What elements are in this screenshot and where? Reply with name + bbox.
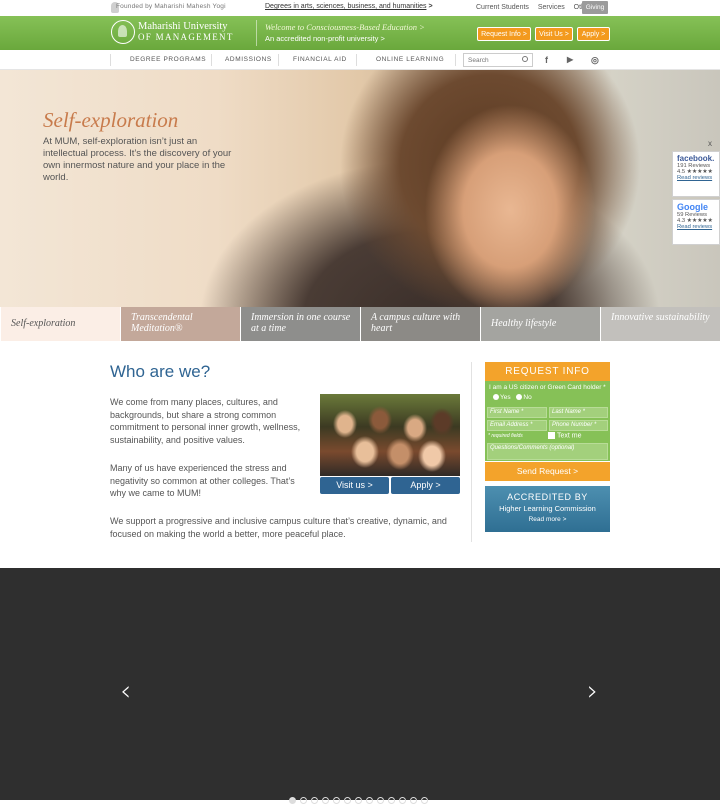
google-read-reviews-link[interactable]: Read reviews (677, 224, 715, 230)
tab-innovative-sustainability[interactable]: Innovative sustainability (600, 307, 720, 341)
facebook-brand: facebook. (677, 154, 715, 163)
google-reviews-widget[interactable]: Google 59 Reviews 4.3 ★★★★★ Read reviews (672, 199, 720, 245)
column-divider (471, 362, 472, 542)
slider-dots (289, 791, 432, 804)
email-field[interactable]: Email Address * (487, 420, 547, 431)
nav-online-learning[interactable]: ONLINE LEARNING (376, 56, 444, 63)
phone-field[interactable]: Phone Number * (549, 420, 608, 431)
nav-divider (455, 54, 456, 66)
main-nav (0, 50, 720, 70)
facebook-icon[interactable]: f (545, 55, 548, 65)
tab-self-exploration[interactable]: Self-exploration (0, 307, 120, 341)
tab-campus-culture[interactable]: A campus culture with heart (360, 307, 480, 341)
nav-admissions[interactable]: ADMISSIONS (225, 56, 272, 63)
slider-dot[interactable] (355, 797, 362, 804)
slider-dot[interactable] (366, 797, 373, 804)
prev-arrow-icon[interactable]: ‹ (120, 674, 131, 707)
facebook-read-reviews-link[interactable]: Read reviews (677, 175, 715, 181)
slider-dot[interactable] (421, 797, 428, 804)
tab-transcendental-meditation[interactable]: Transcendental Meditation® (120, 307, 240, 341)
checkbox-icon[interactable] (548, 432, 555, 439)
services-link[interactable]: Services (538, 4, 565, 11)
search-icon[interactable] (522, 56, 528, 62)
slider-dot[interactable] (322, 797, 329, 804)
first-name-field[interactable]: First Name * (487, 407, 547, 418)
nav-divider (211, 54, 212, 66)
who-paragraph-3: We support a progressive and inclusive c… (110, 516, 447, 539)
accredited-read-more[interactable]: Read more > (485, 516, 610, 523)
current-students-link[interactable]: Current Students (476, 4, 529, 11)
request-info-button[interactable]: Request Info > (477, 27, 531, 41)
hero-title: Self-exploration (43, 108, 179, 132)
hero-text: At MUM, self-exploration isn’t just an i… (43, 136, 232, 183)
slider-dot[interactable] (344, 797, 351, 804)
founder-text: Founded by Maharishi Mahesh Yogi (116, 3, 226, 10)
nav-degree-programs[interactable]: DEGREE PROGRAMS (130, 56, 206, 63)
nav-divider (110, 54, 111, 66)
text-me-checkbox[interactable]: Text me (548, 432, 582, 439)
nav-divider (356, 54, 357, 66)
slider-dot[interactable] (377, 797, 384, 804)
apply-button[interactable]: Apply > (577, 27, 610, 41)
nav-financial-aid[interactable]: FINANCIAL AID (293, 56, 347, 63)
student-group-photo (320, 394, 460, 476)
slider-dot[interactable] (388, 797, 395, 804)
youtube-icon[interactable]: ▶ (567, 55, 573, 64)
required-fields-note: * required fields (488, 433, 523, 439)
university-seal-icon[interactable] (111, 20, 135, 44)
no-radio[interactable] (516, 394, 523, 401)
citizenship-question: I am a US citizen or Green Card holder *… (489, 384, 606, 401)
instagram-icon[interactable]: ◎ (591, 55, 599, 66)
slider-dot[interactable] (410, 797, 417, 804)
tab-immersion[interactable]: Immersion in one course at a time (240, 307, 360, 341)
visit-us-button[interactable]: Visit Us > (535, 27, 573, 41)
close-icon[interactable]: x (708, 139, 718, 149)
slider-dot[interactable] (289, 797, 296, 804)
who-paragraph-2: Many of us have experienced the stress a… (110, 463, 295, 498)
header-divider (256, 20, 257, 46)
slider-dot[interactable] (311, 797, 318, 804)
logo-line2: OF MANAGEMENT (138, 32, 234, 42)
request-info-heading: REQUEST INFO (485, 362, 610, 381)
last-name-field[interactable]: Last Name * (549, 407, 608, 418)
top-utility-bar: Founded by Maharishi Mahesh Yogi Degrees… (0, 0, 720, 16)
welcome-link[interactable]: Welcome to Consciousness-Based Education… (265, 22, 425, 32)
hlc-label: Higher Learning Commission (499, 504, 596, 513)
giving-button[interactable]: Giving (582, 1, 608, 14)
apply-photo-button[interactable]: Apply > (391, 477, 460, 494)
slider-dot[interactable] (300, 797, 307, 804)
slider-dot[interactable] (399, 797, 406, 804)
next-arrow-icon[interactable]: › (587, 674, 598, 707)
visit-us-photo-button[interactable]: Visit us > (320, 477, 389, 494)
hero-image (0, 70, 720, 307)
google-brand: Google (677, 202, 708, 212)
section-title: Who are we? (110, 362, 211, 381)
accreditation-banner[interactable]: ACCREDITED BY Higher Learning Commission… (485, 486, 610, 532)
degrees-link[interactable]: Degrees in arts, sciences, business, and… (265, 3, 433, 10)
logo-line1: Maharishi University (138, 21, 228, 32)
comments-field[interactable]: Questions/Comments (optional) (487, 443, 608, 460)
who-paragraph-1: We come from many places, cultures, and … (110, 397, 301, 445)
nav-divider (278, 54, 279, 66)
slider-dot[interactable] (333, 797, 340, 804)
facebook-reviews-widget[interactable]: facebook. 191 Reviews 4.5 ★★★★★ Read rev… (672, 151, 720, 197)
university-logo[interactable]: Maharishi University OF MANAGEMENT (138, 21, 234, 43)
accredited-link[interactable]: An accredited non-profit university > (265, 34, 385, 43)
send-request-button[interactable]: Send Request > (485, 462, 610, 481)
yes-radio[interactable] (493, 394, 499, 401)
accredited-by-label: ACCREDITED BY (507, 492, 588, 502)
video-slider (0, 568, 720, 800)
tab-healthy-lifestyle[interactable]: Healthy lifestyle (480, 307, 600, 341)
